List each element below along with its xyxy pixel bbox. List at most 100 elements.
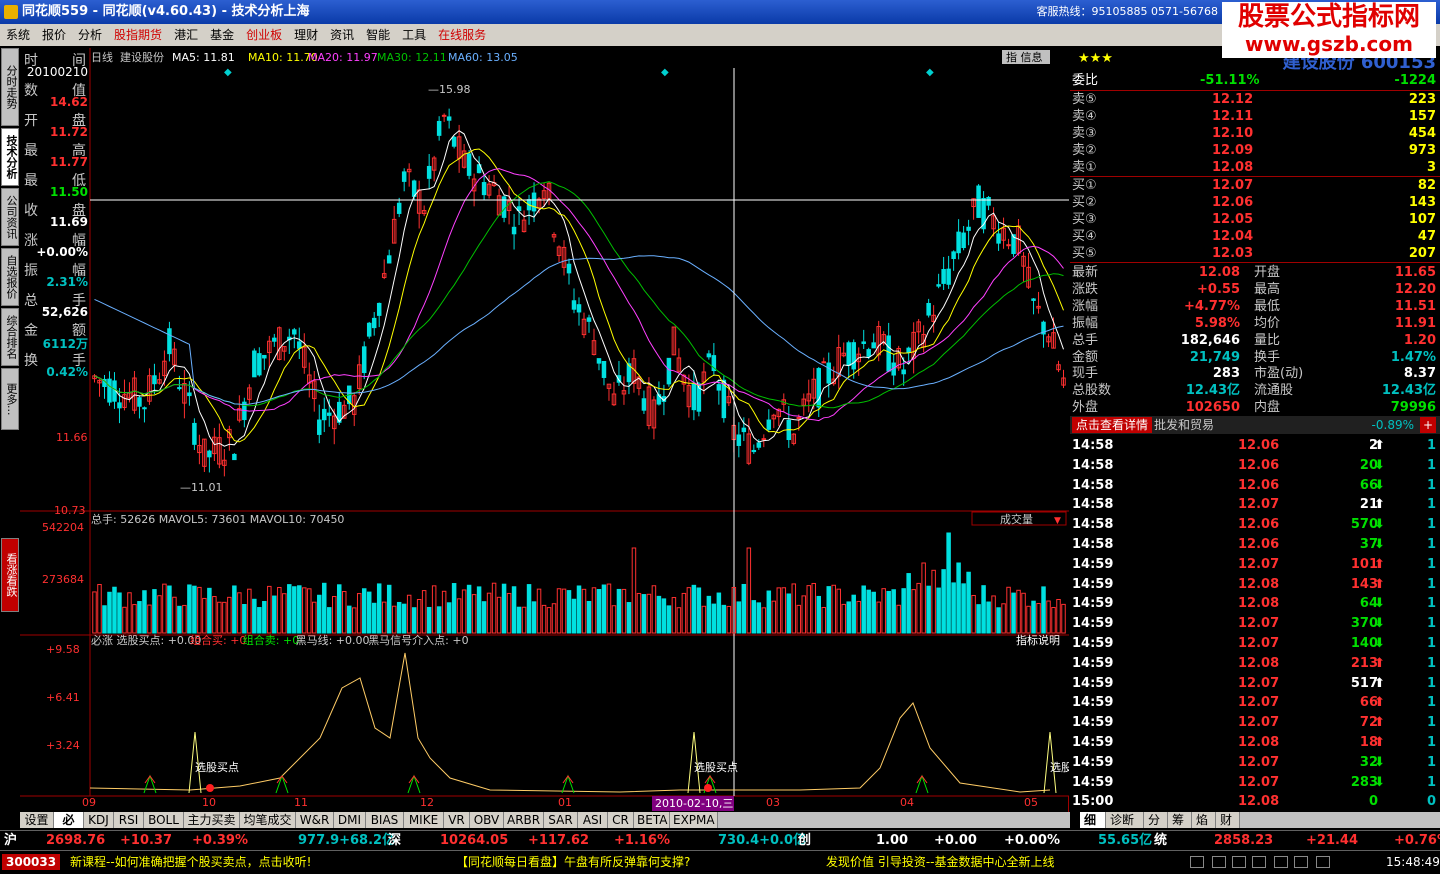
menu-item-0[interactable]: 系统 bbox=[0, 24, 36, 46]
news-item-3[interactable]: 发现价值 引导投资--基金数据中心全新上线 bbox=[826, 851, 1054, 873]
sell-row-4[interactable]: 卖① 12.08 3 bbox=[1070, 159, 1440, 176]
menu-item-5[interactable]: 基金 bbox=[204, 24, 240, 46]
indicator-tab-3[interactable]: RSI bbox=[114, 812, 144, 828]
right-tab-4[interactable]: 焰 bbox=[1192, 812, 1216, 828]
note-icon[interactable] bbox=[1232, 856, 1246, 868]
sell-volume: 3 bbox=[1426, 160, 1436, 175]
side-tab-5[interactable]: 更多... bbox=[1, 368, 19, 430]
menu-item-11[interactable]: 在线服务 bbox=[432, 24, 492, 46]
index-value-4: 977.9+68.2亿 bbox=[298, 833, 396, 848]
right-tab-0[interactable]: 细 bbox=[1080, 812, 1106, 828]
info-label-5: 收 bbox=[24, 203, 38, 219]
side-tab-3[interactable]: 自选报价 bbox=[1, 248, 19, 306]
chart-area[interactable]: 日线 建设股份 MA5: 11.81 MA10: 11.70 MA20: 11.97 MA… bbox=[20, 48, 1072, 812]
indicator-tab-2[interactable]: KDJ bbox=[84, 812, 114, 828]
indicator-tab-10[interactable]: MIKE bbox=[404, 812, 444, 828]
buy-price: 12.04 bbox=[1212, 229, 1254, 244]
sell-row-1[interactable]: 卖④ 12.11 157 bbox=[1070, 108, 1440, 125]
trade-row-6: 14:59 12.07 101 ⬆ 1 bbox=[1070, 555, 1440, 575]
indicator-tab-11[interactable]: VR bbox=[444, 812, 470, 828]
menu-item-4[interactable]: 港汇 bbox=[168, 24, 204, 46]
news-item-2[interactable]: 【同花顺每日看盘】午盘有所反弹靠何支撑? bbox=[456, 851, 690, 873]
indicator-tab-18[interactable]: EXPMA bbox=[670, 812, 718, 828]
sell-row-3[interactable]: 卖② 12.09 973 bbox=[1070, 142, 1440, 159]
sector-pct: -0.89% bbox=[1371, 418, 1414, 432]
event-diamond-icon[interactable]: ◆ bbox=[661, 67, 669, 78]
buy-row-4[interactable]: 买⑤ 12.03 207 bbox=[1070, 245, 1440, 262]
menu-item-7[interactable]: 理财 bbox=[288, 24, 324, 46]
indicator-tab-8[interactable]: DMI bbox=[334, 812, 366, 828]
menu-item-10[interactable]: 工具 bbox=[396, 24, 432, 46]
news-item-1[interactable]: 新课程--如何准确把握个股买卖点，点击收听! bbox=[70, 851, 311, 873]
trade-time: 14:59 bbox=[1072, 576, 1114, 592]
volume-bar bbox=[961, 583, 966, 634]
trade-row-4: 14:58 12.06 570 ⬇ 1 bbox=[1070, 515, 1440, 535]
buy-dot-icon[interactable] bbox=[704, 784, 712, 792]
sector-name[interactable]: 批发和贸易 bbox=[1154, 416, 1214, 434]
side-tab-bullbear[interactable]: 看涨看跌 bbox=[1, 538, 19, 612]
menu-item-8[interactable]: 资讯 bbox=[324, 24, 360, 46]
indicator-tab-1[interactable]: 必涨 bbox=[54, 812, 84, 843]
side-tab-4[interactable]: 综合排名 bbox=[1, 308, 19, 366]
indicator-tab-9[interactable]: BIAS bbox=[366, 812, 404, 828]
right-tab-5[interactable]: 财 bbox=[1216, 812, 1240, 828]
volume-bar bbox=[721, 604, 727, 634]
menu-item-6[interactable]: 创业板 bbox=[240, 24, 288, 46]
indicator-tab-0[interactable]: 设置 bbox=[20, 812, 54, 828]
candle-body bbox=[961, 232, 966, 249]
kline-chart[interactable]: 日线 建设股份 MA5: 11.81 MA10: 11.70MA20: 11.97 MA… bbox=[20, 48, 1072, 812]
rating-stars: ★★★ bbox=[1078, 51, 1113, 66]
indicator-tab-6[interactable]: 均笔成交 bbox=[240, 812, 296, 828]
stat-value-b: 11.91 bbox=[1394, 315, 1436, 331]
window-icon[interactable] bbox=[1212, 856, 1226, 868]
volume-bar bbox=[866, 589, 871, 634]
candle-body bbox=[716, 384, 722, 391]
indicator-tab-14[interactable]: SAR bbox=[544, 812, 578, 828]
menu-item-1[interactable]: 报价 bbox=[36, 24, 72, 46]
info-value-7: 2.31% bbox=[46, 275, 88, 289]
sell-label: 卖③ bbox=[1072, 126, 1097, 141]
sell-row-2[interactable]: 卖③ 12.10 454 bbox=[1070, 125, 1440, 142]
buy-row-0[interactable]: 买① 12.07 82 bbox=[1070, 177, 1440, 194]
right-tab-2[interactable]: 分 bbox=[1144, 812, 1168, 828]
side-tab-1[interactable]: 技术分析 bbox=[1, 128, 19, 186]
indicator-tab-12[interactable]: OBV bbox=[470, 812, 504, 828]
buy-dot-icon[interactable] bbox=[206, 784, 214, 792]
side-tab-2[interactable]: 公司资讯 bbox=[1, 188, 19, 246]
indicator-tab-16[interactable]: CR bbox=[608, 812, 634, 828]
candle-body bbox=[142, 407, 147, 410]
buy-row-1[interactable]: 买② 12.06 143 bbox=[1070, 194, 1440, 211]
chat-icon[interactable] bbox=[1316, 856, 1330, 868]
volume-bar bbox=[396, 601, 402, 634]
notice-icon[interactable] bbox=[1252, 856, 1266, 868]
buy-volume: 143 bbox=[1408, 195, 1436, 210]
ma30-label: MA30: 12.11 bbox=[377, 51, 447, 64]
sell-volume: 157 bbox=[1408, 109, 1436, 124]
indicator-tab-13[interactable]: ARBR bbox=[504, 812, 544, 828]
side-tab-0[interactable]: 分时走势 bbox=[1, 48, 19, 126]
indicator-tab-17[interactable]: BETA bbox=[634, 812, 670, 828]
event-diamond-icon[interactable]: ◆ bbox=[926, 67, 934, 78]
sell-row-0[interactable]: 卖⑤ 12.12 223 bbox=[1070, 91, 1440, 108]
indicator-tab-4[interactable]: BOLL bbox=[144, 812, 184, 828]
candle-body bbox=[426, 165, 432, 179]
detail-button[interactable]: 点击查看详情 bbox=[1072, 417, 1153, 433]
event-diamond-icon[interactable]: ◆ bbox=[224, 67, 232, 78]
indicator-tab-5[interactable]: 主力买卖 bbox=[184, 812, 240, 828]
right-tab-1[interactable]: 诊断 bbox=[1106, 812, 1144, 828]
menu-item-3[interactable]: 股指期货 bbox=[108, 24, 168, 46]
right-tab-3[interactable]: 筹 bbox=[1168, 812, 1192, 828]
expand-button[interactable]: + bbox=[1420, 417, 1436, 433]
menu-item-2[interactable]: 分析 bbox=[72, 24, 108, 46]
buy-row-3[interactable]: 买④ 12.04 47 bbox=[1070, 228, 1440, 245]
trade-price: 12.08 bbox=[1238, 794, 1280, 810]
indicator-tab-15[interactable]: ASI bbox=[578, 812, 608, 828]
buy-row-2[interactable]: 买③ 12.05 107 bbox=[1070, 211, 1440, 228]
tool-icon[interactable] bbox=[1190, 856, 1204, 868]
mail-icon[interactable] bbox=[1294, 856, 1308, 868]
alert-icon[interactable] bbox=[1274, 856, 1288, 868]
candle-body bbox=[436, 120, 442, 136]
candle-body bbox=[257, 353, 262, 376]
menu-item-9[interactable]: 智能 bbox=[360, 24, 396, 46]
indicator-tab-7[interactable]: W&R bbox=[296, 812, 334, 828]
